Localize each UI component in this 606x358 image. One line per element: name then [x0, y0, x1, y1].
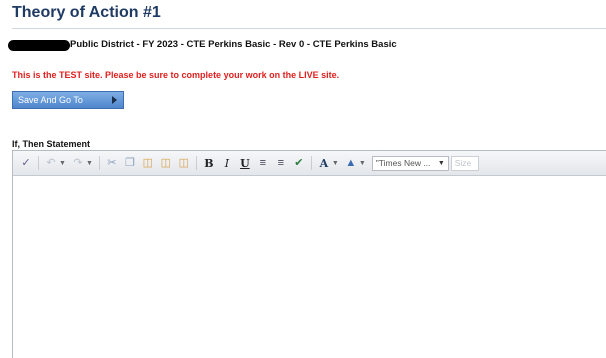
font-color-icon[interactable]: A [317, 156, 331, 170]
chevron-down-icon[interactable]: ▼ [59, 160, 66, 167]
cut-icon[interactable]: ✂ [105, 156, 119, 170]
spellcheck-icon[interactable]: ✓ [19, 156, 33, 170]
editor-content-area[interactable] [13, 176, 606, 358]
save-and-go-to-label: Save And Go To [18, 95, 83, 105]
page: Theory of Action #1 Public District - FY… [0, 0, 606, 358]
toolbar-separator [195, 156, 197, 170]
save-and-go-to-button[interactable]: Save And Go To [12, 91, 124, 109]
spell-check-icon[interactable]: ✔ [292, 156, 306, 170]
arrow-right-icon [112, 96, 117, 104]
underline-icon[interactable]: U [238, 156, 252, 170]
test-site-warning: This is the TEST site. Please be sure to… [12, 70, 340, 80]
redacted-district-name [8, 40, 70, 51]
ordered-list-icon[interactable]: ≡ [256, 156, 270, 170]
bold-icon[interactable]: B [202, 156, 216, 170]
paste-icon[interactable]: ◫ [141, 156, 155, 170]
chevron-down-icon: ▼ [437, 159, 445, 167]
paste-text-icon[interactable]: ◫ [159, 156, 173, 170]
redo-icon[interactable]: ↷ [71, 156, 85, 170]
undo-icon[interactable]: ↶ [44, 156, 58, 170]
font-size-select[interactable]: Size [450, 155, 479, 171]
toolbar-separator [310, 156, 312, 170]
district-info: Public District - FY 2023 - CTE Perkins … [70, 39, 397, 50]
highlight-color-icon[interactable]: ▲ [344, 156, 358, 170]
toolbar-separator [98, 156, 100, 170]
rich-text-editor: ✓ ↶ ▼ ↷ ▼ ✂ ❐ ◫ ◫ ◫ B I U ≡ ≡ ✔ A ▼ ▲ ▼ … [12, 150, 606, 358]
paste-word-icon[interactable]: ◫ [177, 156, 191, 170]
editor-toolbar: ✓ ↶ ▼ ↷ ▼ ✂ ❐ ◫ ◫ ◫ B I U ≡ ≡ ✔ A ▼ ▲ ▼ … [13, 151, 606, 176]
chevron-down-icon[interactable]: ▼ [332, 160, 339, 167]
font-name-value: "Times New ... [375, 158, 431, 168]
toolbar-separator [38, 156, 39, 170]
italic-icon[interactable]: I [220, 156, 234, 170]
chevron-down-icon[interactable]: ▼ [359, 160, 366, 167]
font-name-select[interactable]: "Times New ... ▼ [371, 155, 449, 171]
field-label: If, Then Statement [12, 139, 91, 149]
title-divider [12, 28, 606, 29]
chevron-down-icon[interactable]: ▼ [86, 160, 93, 167]
unordered-list-icon[interactable]: ≡ [274, 156, 288, 170]
font-size-value: Size [454, 158, 472, 168]
page-title: Theory of Action #1 [12, 4, 161, 21]
copy-icon[interactable]: ❐ [123, 156, 137, 170]
